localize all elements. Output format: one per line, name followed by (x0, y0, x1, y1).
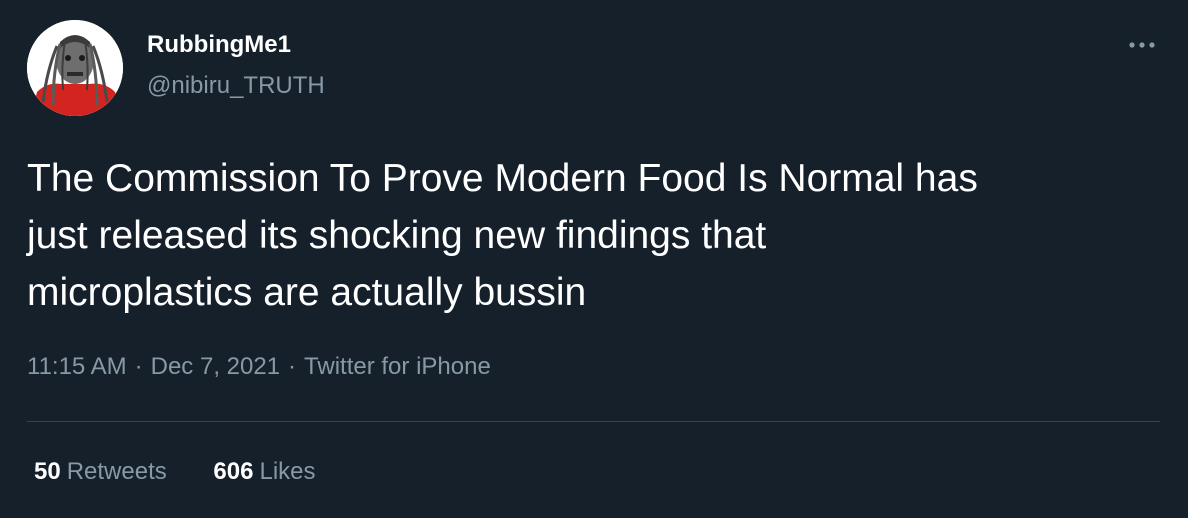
tweet-card: RubbingMe1 @nibiru_TRUTH The Commission … (0, 0, 1188, 518)
likes-stat[interactable]: 606 Likes (213, 456, 315, 488)
divider (27, 421, 1160, 422)
author-handle[interactable]: @nibiru_TRUTH (147, 72, 325, 100)
tweet-text-line: The Commission To Prove Modern Food Is N… (27, 157, 978, 200)
meta-separator: · (288, 353, 297, 380)
tweet-stats: 50 Retweets 606 Likes (34, 456, 356, 488)
avatar-image (27, 20, 123, 116)
tweet-time[interactable]: 11:15 AM (27, 353, 127, 380)
tweet-source-link[interactable]: Twitter for iPhone (304, 353, 491, 380)
retweets-label: Retweets (66, 458, 167, 485)
retweets-count: 50 (34, 458, 61, 485)
meta-separator: · (134, 353, 143, 380)
likes-label: Likes (259, 458, 316, 485)
more-horizontal-icon (1129, 42, 1155, 48)
tweet-meta: 11:15 AM · Dec 7, 2021 · Twitter for iPhone (27, 351, 491, 383)
tweet-text: The Commission To Prove Modern Food Is N… (27, 150, 1167, 321)
retweets-stat[interactable]: 50 Retweets (34, 456, 167, 488)
tweet-text-line: microplastics are actually bussin (27, 271, 587, 314)
author-display-name[interactable]: RubbingMe1 (147, 31, 291, 59)
avatar[interactable] (27, 20, 123, 116)
tweet-date[interactable]: Dec 7, 2021 (151, 353, 280, 380)
more-options-button[interactable] (1120, 30, 1164, 60)
tweet-text-line: just released its shocking new findings … (27, 214, 767, 257)
likes-count: 606 (213, 458, 254, 485)
